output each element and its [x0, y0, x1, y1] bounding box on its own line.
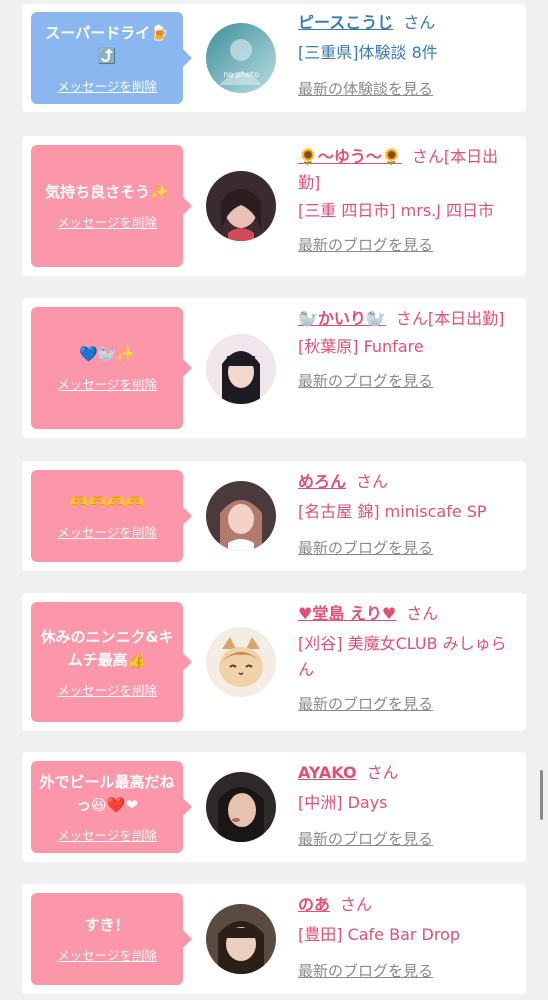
- shop-label: [豊田] Cafe Bar Drop: [298, 925, 461, 944]
- latest-post-link[interactable]: 最新のブログを見る: [298, 826, 520, 852]
- honorific: さん: [406, 604, 439, 623]
- user-name-link[interactable]: ピースこうじ: [298, 13, 393, 32]
- list-item: すき！ メッセージを削除 のあ さん [豊田] Cafe Bar Drop 最新の…: [22, 884, 526, 994]
- delete-message-link[interactable]: メッセージを削除: [57, 825, 157, 844]
- message-bubble: 外でビール最高だねっ😆❤️❤ メッセージを削除: [31, 761, 192, 853]
- message-text: すき！: [84, 916, 130, 934]
- latest-post-link[interactable]: 最新のブログを見る: [298, 958, 520, 984]
- shop-label: [名古屋 錦] miniscafe SP: [298, 502, 487, 521]
- shop-label: [三重 四日市] mrs.J 四日市: [298, 201, 495, 220]
- delete-message-link[interactable]: メッセージを削除: [57, 522, 157, 541]
- list-item: スーパードライ🍺⤴️ メッセージを削除 no photo ピースこうじ さん [三…: [22, 4, 526, 112]
- message-bubble: 💙🦭✨ メッセージを削除: [31, 307, 192, 429]
- shop-label: [刈谷] 美魔女CLUB みしゅらん: [298, 634, 507, 679]
- user-info: めろん さん [名古屋 錦] miniscafe SP 最新のブログを見る: [298, 469, 520, 561]
- honorific: さん: [411, 147, 444, 166]
- user-name-link[interactable]: 🦭かいり🦭: [298, 309, 386, 328]
- message-bubble: 気持ち良さそう✨ メッセージを削除: [31, 145, 192, 267]
- list-item: 気持ち良さそう✨ メッセージを削除 🌻〜ゆう〜🌻 さん[本日出勤] [三重 四日市…: [22, 136, 526, 276]
- latest-post-link[interactable]: 最新のブログを見る: [298, 232, 520, 258]
- honorific: さん: [366, 763, 399, 782]
- avatar-placeholder-text: no photo: [223, 70, 259, 79]
- avatar[interactable]: [206, 627, 276, 697]
- message-bubble: すき！ メッセージを削除: [31, 893, 192, 985]
- latest-post-link[interactable]: 最新のブログを見る: [298, 368, 520, 394]
- user-info: 🦭かいり🦭 さん[本日出勤] [秋葉原] Funfare 最新のブログを見る: [298, 306, 520, 394]
- delete-message-link[interactable]: メッセージを削除: [57, 945, 157, 964]
- message-bubble: 🫶🫶🫶🫶 メッセージを削除: [31, 470, 192, 562]
- user-name-link[interactable]: のあ: [298, 895, 330, 914]
- scrollbar[interactable]: [540, 770, 543, 820]
- avatar[interactable]: [206, 904, 276, 974]
- shop-label: [秋葉原] Funfare: [298, 337, 424, 356]
- delete-message-link[interactable]: メッセージを削除: [57, 374, 157, 393]
- user-name-link[interactable]: 🌻〜ゆう〜🌻: [298, 147, 402, 166]
- message-text: 外でビール最高だねっ😆❤️❤: [39, 772, 175, 814]
- user-name-link[interactable]: めろん: [298, 472, 346, 491]
- user-info: のあ さん [豊田] Cafe Bar Drop 最新のブログを見る: [298, 892, 520, 984]
- latest-post-link[interactable]: 最新のブログを見る: [298, 691, 520, 717]
- user-info: 🌻〜ゆう〜🌻 さん[本日出勤] [三重 四日市] mrs.J 四日市 最新のブログ…: [298, 144, 520, 258]
- avatar[interactable]: [206, 772, 276, 842]
- delete-message-link[interactable]: メッセージを削除: [57, 680, 157, 699]
- shop-label: [中洲] Days: [298, 793, 388, 812]
- latest-post-link[interactable]: 最新の体験談を見る: [298, 76, 520, 102]
- user-info: ピースこうじ さん [三重県]体験談 8件 最新の体験談を見る: [298, 10, 520, 102]
- message-text: 気持ち良さそう✨: [45, 183, 169, 201]
- list-item: 外でビール最高だねっ😆❤️❤ メッセージを削除 AYAKO さん [中洲] Day…: [22, 752, 526, 862]
- message-bubble: スーパードライ🍺⤴️ メッセージを削除: [31, 12, 192, 104]
- avatar[interactable]: [206, 481, 276, 551]
- avatar[interactable]: [206, 171, 276, 241]
- honorific: さん: [403, 13, 436, 32]
- honorific: さん: [356, 472, 389, 491]
- user-info: AYAKO さん [中洲] Days 最新のブログを見る: [298, 760, 520, 852]
- honorific: さん: [340, 895, 373, 914]
- message-text: 🫶🫶🫶🫶: [69, 493, 145, 511]
- message-text: スーパードライ🍺⤴️: [45, 23, 169, 65]
- message-bubble: 休みのニンニク&キムチ最高👍 メッセージを削除: [31, 602, 192, 722]
- honorific: さん: [395, 309, 428, 328]
- delete-message-link[interactable]: メッセージを削除: [57, 212, 157, 231]
- user-name-link[interactable]: AYAKO: [298, 763, 357, 782]
- list-item: 🫶🫶🫶🫶 メッセージを削除 めろん さん [名古屋 錦] miniscafe SP…: [22, 461, 526, 571]
- user-name-link[interactable]: ♥堂島 えり♥: [298, 604, 396, 623]
- avatar[interactable]: no photo: [206, 23, 276, 93]
- user-info: ♥堂島 えり♥ さん [刈谷] 美魔女CLUB みしゅらん 最新のブログを見る: [298, 601, 520, 717]
- message-list: スーパードライ🍺⤴️ メッセージを削除 no photo ピースこうじ さん [三…: [0, 0, 548, 1000]
- work-status: [本日出勤]: [427, 309, 505, 328]
- list-item: 💙🦭✨ メッセージを削除 🦭かいり🦭 さん[本日出勤] [秋葉原] Funfare…: [22, 298, 526, 438]
- avatar[interactable]: [206, 334, 276, 404]
- list-item: 休みのニンニク&キムチ最高👍 メッセージを削除 ♥堂島 えり♥ さん [刈谷] 美…: [22, 593, 526, 731]
- message-text: 休みのニンニク&キムチ最高👍: [40, 627, 174, 669]
- delete-message-link[interactable]: メッセージを削除: [57, 76, 157, 95]
- latest-post-link[interactable]: 最新のブログを見る: [298, 535, 520, 561]
- shop-label: [三重県]体験談 8件: [298, 43, 438, 62]
- message-text: 💙🦭✨: [78, 345, 136, 363]
